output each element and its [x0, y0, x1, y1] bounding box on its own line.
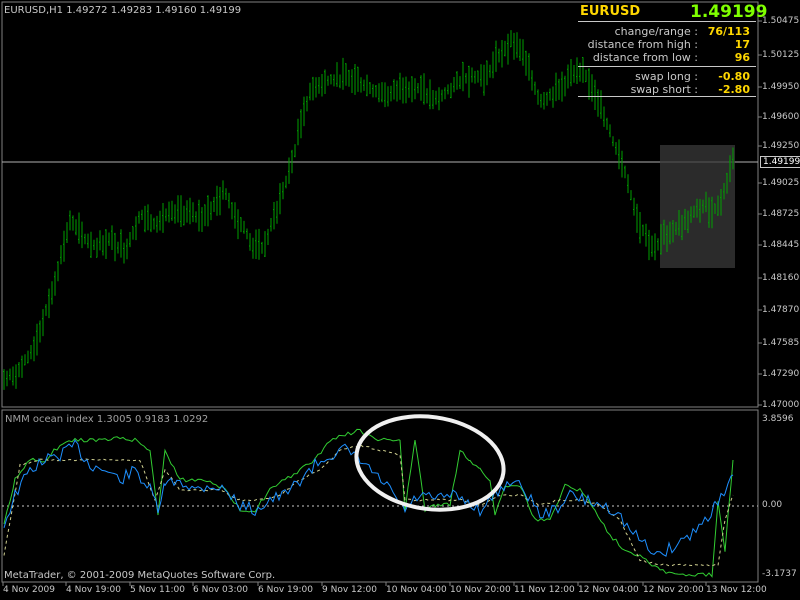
chart-header: EURUSD,H1 1.49272 1.49283 1.49160 1.4919… — [4, 5, 242, 16]
panel-label-swap-short: swap short : — [630, 83, 698, 96]
price-axis-tick: 1.47290 — [762, 369, 800, 379]
panel-value-change: 76/113 — [707, 25, 750, 38]
indicator-signal-line — [3, 443, 734, 567]
price-axis-tick: 1.47000 — [762, 400, 800, 410]
time-axis-tick: 10 Nov 04:00 — [386, 585, 447, 595]
indicator-axis-min: -3.1737 — [762, 569, 797, 579]
time-axis-tick: 13 Nov 12:00 — [706, 585, 767, 595]
price-axis-tick: 1.48725 — [762, 209, 800, 219]
panel-divider-2 — [578, 66, 756, 67]
panel-label-swap-long: swap long : — [635, 70, 698, 83]
panel-value-dist-high: 17 — [734, 38, 750, 51]
panel-divider-1 — [578, 21, 756, 22]
indicator-border — [1, 409, 759, 583]
time-axis-tick: 10 Nov 20:00 — [450, 585, 511, 595]
time-axis-tick: 11 Nov 12:00 — [514, 585, 575, 595]
time-axis-tick: 12 Nov 20:00 — [643, 585, 704, 595]
price-axis-tick: 1.50475 — [762, 16, 800, 26]
panel-value-dist-low: 96 — [734, 51, 750, 64]
time-axis-tick: 4 Nov 2009 — [3, 585, 55, 595]
time-axis-tick: 12 Nov 04:00 — [578, 585, 639, 595]
time-axis-tick: 9 Nov 12:00 — [322, 585, 377, 595]
price-axis-tick: 1.47870 — [762, 305, 800, 315]
price-axis-tick: 1.49025 — [762, 178, 800, 188]
indicator-title: NMM ocean index 1.3005 0.9183 1.0292 — [5, 414, 209, 425]
panel-divider-3 — [578, 96, 756, 97]
panel-label-dist-high: distance from high : — [587, 38, 698, 51]
indicator-axis-max: 3.8596 — [762, 414, 794, 424]
annotation-circle — [354, 414, 506, 512]
price-axis-tick: 1.50125 — [762, 50, 800, 60]
info-panel: EURUSD 1.49199 change/range : 76/113 dis… — [578, 2, 767, 97]
price-axis-tick: 1.48160 — [762, 273, 800, 283]
price-axis-tick: 1.49600 — [762, 112, 800, 122]
current-price-tag: 1.49199 — [760, 156, 800, 168]
panel-value-swap-long: -0.80 — [718, 70, 750, 83]
time-axis-tick: 4 Nov 19:00 — [66, 585, 121, 595]
price-axis-tick: 1.47585 — [762, 338, 800, 348]
panel-label-change: change/range : — [614, 25, 698, 38]
indicator-main-line — [3, 439, 734, 557]
indicator-green-line — [3, 428, 734, 578]
symbol-label: EURUSD — [580, 4, 641, 19]
indicator-axis-zero: 0.00 — [762, 500, 783, 510]
price-axis-tick: 1.49250 — [762, 141, 800, 151]
copyright-text: MetaTrader, © 2001-2009 MetaQuotes Softw… — [4, 570, 276, 581]
time-axis-tick: 6 Nov 19:00 — [258, 585, 313, 595]
panel-label-dist-low: distance from low : — [592, 51, 698, 64]
panel-value-swap-short: -2.80 — [718, 83, 750, 96]
axis-ticks — [2, 20, 762, 586]
price-axis-tick: 1.48445 — [762, 240, 800, 250]
time-axis-tick: 5 Nov 11:00 — [130, 585, 185, 595]
time-axis-tick: 6 Nov 03:00 — [193, 585, 248, 595]
big-price: 1.49199 — [690, 2, 768, 22]
price-axis-tick: 1.49950 — [762, 82, 800, 92]
